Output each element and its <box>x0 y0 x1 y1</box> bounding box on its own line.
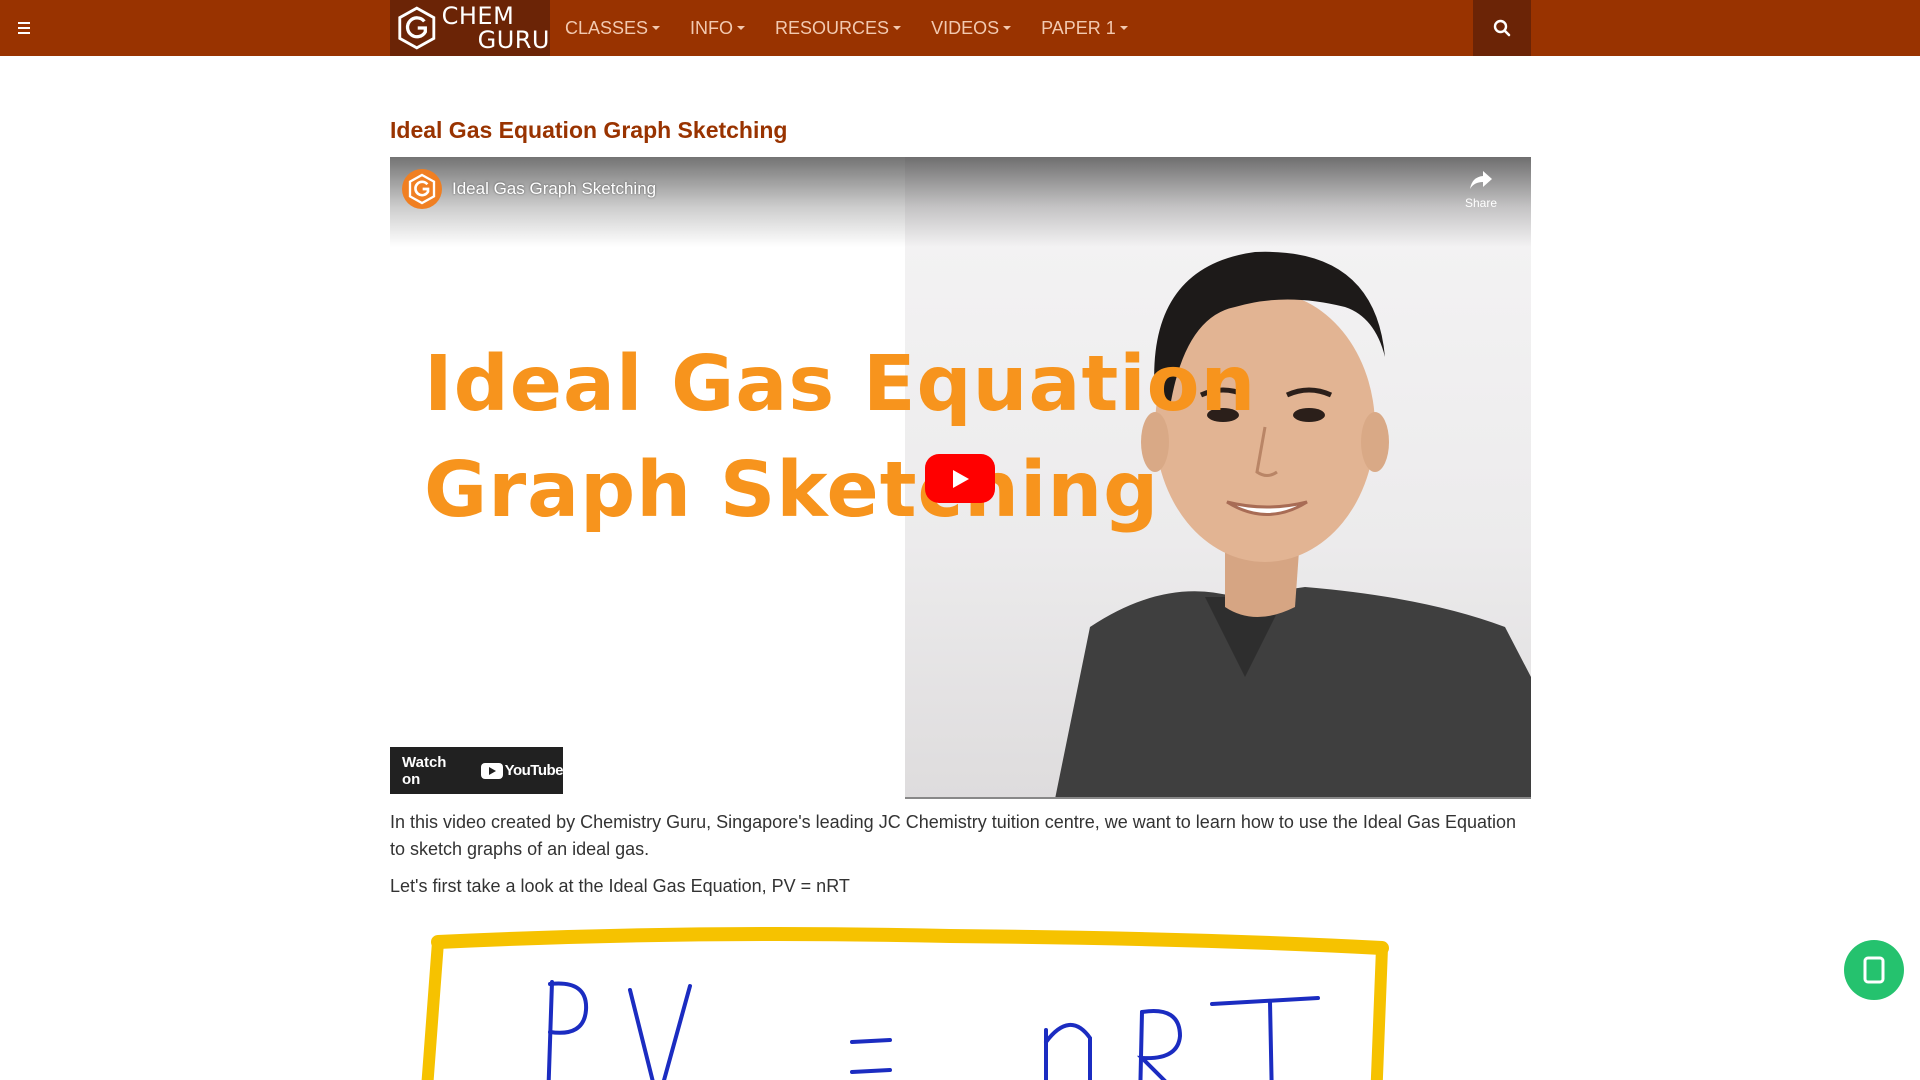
ideal-gas-equation-image <box>390 912 1390 1080</box>
logo-line1: CHEM <box>441 2 515 30</box>
logo-text: CHEM GURU <box>442 4 550 52</box>
whatsapp-icon <box>1863 956 1885 984</box>
site-logo[interactable]: CHEM GURU <box>390 0 550 56</box>
logo-line2: GURU <box>477 26 550 54</box>
youtube-video-embed[interactable]: Ideal Gas Equation Graph Sketching Ideal… <box>390 157 1531 799</box>
youtube-wordmark: YouTube <box>504 762 564 779</box>
share-label: Share <box>1464 196 1498 210</box>
share-arrow-icon <box>1470 171 1492 189</box>
nav-item-paper-1[interactable]: PAPER 1 <box>1041 18 1128 39</box>
watch-on-youtube-button[interactable]: Watch on YouTube <box>390 747 564 794</box>
main-nav: CLASSES INFO RESOURCES VIDEOS PAPER 1 <box>565 0 1158 56</box>
search-button[interactable] <box>1473 0 1531 56</box>
nav-item-label: RESOURCES <box>775 17 890 38</box>
nav-item-label: CLASSES <box>565 17 649 38</box>
caret-down-icon <box>737 26 746 30</box>
nav-item-label: VIDEOS <box>931 17 1000 38</box>
nav-item-videos[interactable]: VIDEOS <box>931 17 1012 39</box>
channel-avatar[interactable] <box>402 169 442 209</box>
caret-down-icon <box>1119 26 1128 30</box>
channel-logo-icon <box>408 173 436 205</box>
watch-on-label: Watch on <box>402 753 447 788</box>
top-navbar: CHEM GURU CLASSES INFO RESOURCES VIDEOS … <box>0 0 1920 56</box>
logo-hexagon-icon <box>398 6 436 50</box>
nav-item-info[interactable]: INFO <box>690 17 746 39</box>
youtube-logo: YouTube <box>480 762 564 779</box>
youtube-play-icon <box>480 762 503 779</box>
thumbnail-line2: Graph Sketching <box>424 446 1160 535</box>
main-content: Ideal Gas Equation Graph Sketching Ideal… <box>390 110 1531 1080</box>
caret-down-icon <box>1003 26 1012 30</box>
caret-down-icon <box>893 26 902 30</box>
video-progress-line <box>905 797 1531 799</box>
caret-down-icon <box>652 26 661 30</box>
page-title: Ideal Gas Equation Graph Sketching <box>390 117 788 143</box>
handwritten-equation-drawing <box>421 927 1389 1080</box>
play-icon <box>953 469 969 488</box>
nav-item-classes[interactable]: CLASSES <box>565 17 661 39</box>
play-button[interactable] <box>925 454 995 503</box>
equation-intro-paragraph: Let's first take a look at the Ideal Gas… <box>390 876 850 896</box>
nav-item-label: INFO <box>690 17 734 38</box>
nav-item-resources[interactable]: RESOURCES <box>775 17 902 39</box>
video-title-link[interactable]: Ideal Gas Graph Sketching <box>452 179 656 199</box>
video-top-overlay <box>390 157 1531 247</box>
thumbnail-line1: Ideal Gas Equation <box>424 340 1257 429</box>
share-button[interactable]: Share <box>1457 169 1505 219</box>
intro-paragraph: In this video created by Chemistry Guru,… <box>390 812 1517 859</box>
search-icon <box>1493 19 1511 37</box>
thumbnail-title: Ideal Gas Equation Graph Sketching <box>424 332 1256 544</box>
whatsapp-chat-button[interactable] <box>1844 940 1904 1000</box>
hamburger-menu-icon[interactable] <box>18 16 36 40</box>
nav-item-label: PAPER 1 <box>1041 17 1116 38</box>
